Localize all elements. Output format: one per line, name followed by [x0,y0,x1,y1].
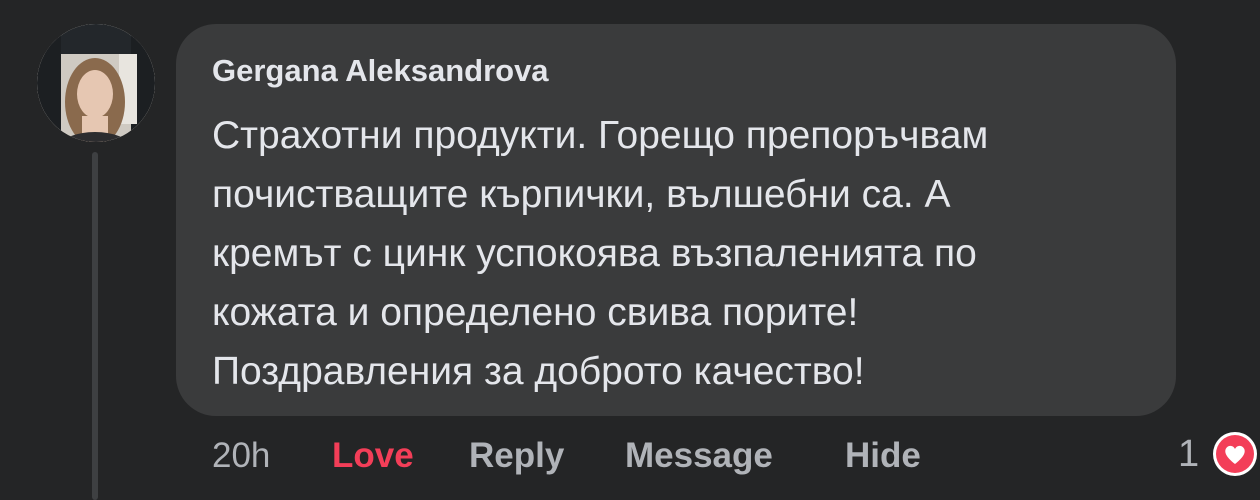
reaction-count[interactable]: 1 [1178,430,1199,478]
reply-button[interactable]: Reply [469,432,564,480]
comment-screen: Gergana Aleksandrova Страхотни продукти.… [0,0,1260,500]
comment-text-line: Поздравления за доброто качество! [212,350,865,393]
avatar[interactable] [37,24,155,142]
comment-author[interactable]: Gergana Aleksandrova [212,53,549,89]
comment-text-line: кремът с цинк успокоява възпаленията по [212,232,977,275]
comment-text-line: кожата и определено свива порите! [212,291,859,334]
hide-button[interactable]: Hide [845,432,921,480]
love-button[interactable]: Love [332,432,414,480]
reply-thread-line [92,152,98,500]
love-heart-icon[interactable] [1212,431,1258,477]
comment-text-line: почистващите кърпички, вълшебни са. А [212,173,951,216]
profile-photo-icon [37,24,155,142]
comment-timestamp[interactable]: 20h [212,432,270,480]
comment-bubble: Gergana Aleksandrova Страхотни продукти.… [176,24,1176,416]
message-button[interactable]: Message [625,432,773,480]
comment-text-line: Страхотни продукти. Горещо препоръчвам [212,114,989,157]
comment-text: Страхотни продукти. Горещо препоръчвам п… [212,106,1162,401]
